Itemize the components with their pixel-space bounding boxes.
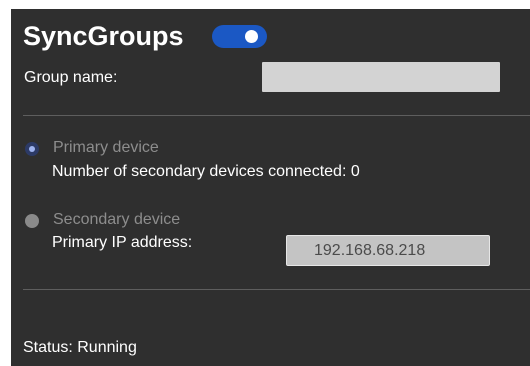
secondary-count-text: Number of secondary devices connected: 0 — [52, 163, 360, 180]
primary-ip-label: Primary IP address: — [52, 234, 193, 251]
primary-ip-input[interactable] — [286, 235, 490, 266]
secondary-device-radio[interactable] — [25, 214, 39, 228]
page-title: SyncGroups — [23, 21, 184, 51]
divider — [23, 115, 530, 116]
syncgroups-panel: SyncGroups Group name: Primary device Nu… — [11, 9, 530, 366]
syncgroups-toggle[interactable] — [212, 25, 267, 48]
status-text: Status: Running — [23, 339, 137, 356]
toggle-knob — [245, 30, 258, 43]
primary-device-radio[interactable] — [25, 142, 39, 156]
divider — [23, 289, 530, 290]
group-name-input[interactable] — [262, 62, 500, 92]
secondary-device-label[interactable]: Secondary device — [53, 210, 180, 229]
group-name-label: Group name: — [24, 69, 118, 86]
primary-device-label[interactable]: Primary device — [53, 138, 159, 157]
